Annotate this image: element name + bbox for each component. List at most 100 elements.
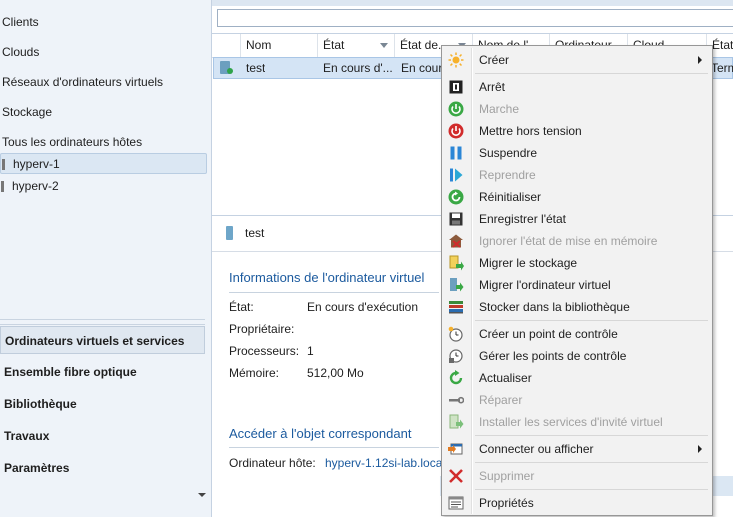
- cell-last: Termi: [711, 61, 733, 75]
- menu-label: Réinitialiser: [479, 190, 542, 204]
- menu-label: Actualiser: [479, 371, 532, 385]
- workspace-library[interactable]: Bibliothèque: [0, 390, 205, 418]
- menu-item-properties[interactable]: Propriétés: [444, 492, 710, 514]
- menu-label: Migrer le stockage: [479, 256, 578, 270]
- migrate-vm-icon: [450, 278, 464, 292]
- column-icon[interactable]: [212, 34, 240, 57]
- menu-label: Supprimer: [479, 469, 535, 483]
- menu-item-store-library[interactable]: Stocker dans la bibliothèque: [444, 296, 710, 318]
- column-label: État: [323, 38, 345, 52]
- menu-label: Stocker dans la bibliothèque: [479, 300, 630, 314]
- menu-label: Gérer les points de contrôle: [479, 349, 627, 363]
- label-owner: Propriétaire:: [229, 322, 295, 336]
- menu-label: Suspendre: [479, 146, 538, 160]
- menu-item-install-guest-services[interactable]: Installer les services d'invité virtuel: [444, 411, 710, 433]
- reset-icon: [448, 189, 464, 205]
- menu-item-manage-checkpoints[interactable]: Gérer les points de contrôle: [444, 345, 710, 367]
- menu-separator: [475, 320, 708, 321]
- menu-item-discard-state[interactable]: Ignorer l'état de mise en mémoire: [444, 230, 710, 252]
- menu-label: Mettre hors tension: [479, 124, 582, 138]
- workspace-fabric[interactable]: Ensemble fibre optique: [0, 358, 205, 386]
- menu-label: Créer: [479, 53, 510, 67]
- vm-icon: [226, 226, 233, 240]
- detail-vm-name: test: [245, 226, 265, 240]
- vm-running-icon: [220, 61, 233, 74]
- host-item-hyperv-1[interactable]: hyperv-1: [0, 153, 207, 174]
- menu-item-create[interactable]: Créer: [444, 49, 710, 71]
- label-memory: Mémoire:: [229, 366, 280, 380]
- menu-item-stop[interactable]: Arrêt: [444, 76, 710, 98]
- value-state: En cours d'exécution: [307, 300, 419, 314]
- nav-item-storage[interactable]: Stockage: [2, 102, 52, 122]
- cell-state: En cours d'...: [323, 61, 393, 75]
- workspace-vms-services[interactable]: Ordinateurs virtuels et services: [0, 326, 205, 354]
- workspace-jobs[interactable]: Travaux: [0, 422, 205, 450]
- menu-label: Installer les services d'invité virtuel: [479, 415, 663, 429]
- column-state[interactable]: État: [317, 34, 394, 57]
- connect-icon: [448, 443, 463, 455]
- menu-item-migrate-vm[interactable]: Migrer l'ordinateur virtuel: [444, 274, 710, 296]
- menu-item-create-checkpoint[interactable]: Créer un point de contrôle: [444, 323, 710, 345]
- menu-label: Propriétés: [479, 496, 534, 510]
- pane-splitter[interactable]: [0, 319, 205, 325]
- scroll-down-icon[interactable]: [198, 493, 206, 497]
- section-title-vm-info: Informations de l'ordinateur virtuel: [229, 270, 425, 285]
- workspace-settings[interactable]: Paramètres: [0, 454, 205, 482]
- nav-item-clouds[interactable]: Clouds: [2, 42, 39, 62]
- host-label: hyperv-2: [12, 179, 59, 193]
- filter-dropdown-icon[interactable]: [380, 43, 388, 48]
- menu-item-migrate-storage[interactable]: Migrer le stockage: [444, 252, 710, 274]
- guest-services-icon: [449, 414, 464, 429]
- navigation-pane: Clients Clouds Réseaux d'ordinateurs vir…: [0, 0, 212, 517]
- library-icon: [449, 301, 463, 314]
- search-input[interactable]: [217, 9, 733, 27]
- nav-item-clients[interactable]: Clients: [2, 12, 39, 32]
- menu-separator: [475, 73, 708, 74]
- menu-item-repair[interactable]: Réparer: [444, 389, 710, 411]
- menu-item-suspend[interactable]: Suspendre: [444, 142, 710, 164]
- host-label: hyperv-1: [13, 157, 60, 171]
- menu-label: Réparer: [479, 393, 523, 407]
- discard-state-icon: [449, 234, 463, 248]
- host-item-hyperv-2[interactable]: hyperv-2: [0, 176, 207, 197]
- menu-label: Connecter ou afficher: [479, 442, 594, 456]
- value-memory: 512,00 Mo: [307, 366, 364, 380]
- nav-item-vm-networks[interactable]: Réseaux d'ordinateurs virtuels: [2, 72, 163, 92]
- menu-item-connect[interactable]: Connecter ou afficher: [444, 438, 710, 460]
- menu-label: Reprendre: [479, 168, 536, 182]
- checkpoint-manage-icon: [449, 349, 463, 363]
- value-processors: 1: [307, 344, 314, 358]
- cell-name: test: [246, 61, 266, 75]
- menu-item-delete[interactable]: Supprimer: [444, 465, 710, 487]
- server-icon: [1, 181, 4, 192]
- menu-label: Enregistrer l'état: [479, 212, 566, 226]
- migrate-storage-icon: [449, 255, 464, 271]
- stop-icon: [449, 80, 463, 94]
- section-title-related: Accéder à l'objet correspondant: [229, 426, 412, 441]
- repair-icon: [449, 396, 464, 404]
- column-name[interactable]: Nom: [240, 34, 317, 57]
- label-state: État:: [229, 300, 254, 314]
- menu-label: Créer un point de contrôle: [479, 327, 618, 341]
- menu-item-refresh[interactable]: Actualiser: [444, 367, 710, 389]
- menu-item-save-state[interactable]: Enregistrer l'état: [444, 208, 710, 230]
- submenu-arrow-icon: [698, 56, 702, 64]
- nav-item-all-hosts[interactable]: Tous les ordinateurs hôtes: [2, 132, 142, 152]
- top-strip: [212, 0, 733, 6]
- menu-label: Ignorer l'état de mise en mémoire: [479, 234, 658, 248]
- menu-label: Migrer l'ordinateur virtuel: [479, 278, 611, 292]
- label-host: Ordinateur hôte:: [229, 456, 316, 470]
- refresh-icon: [449, 370, 463, 385]
- submenu-arrow-icon: [698, 445, 702, 453]
- menu-item-start[interactable]: Marche: [444, 98, 710, 120]
- delete-icon: [449, 469, 463, 483]
- host-link[interactable]: hyperv-1.12si-lab.loca: [325, 456, 442, 470]
- menu-item-reset[interactable]: Réinitialiser: [444, 186, 710, 208]
- menu-item-resume[interactable]: Reprendre: [444, 164, 710, 186]
- section-rule: [229, 292, 439, 293]
- menu-item-power-off[interactable]: Mettre hors tension: [444, 120, 710, 142]
- menu-label: Marche: [479, 102, 520, 116]
- menu-separator: [475, 489, 708, 490]
- menu-separator: [475, 435, 708, 436]
- context-menu: Créer Arrêt Marche Mettre hors tension S…: [441, 45, 713, 516]
